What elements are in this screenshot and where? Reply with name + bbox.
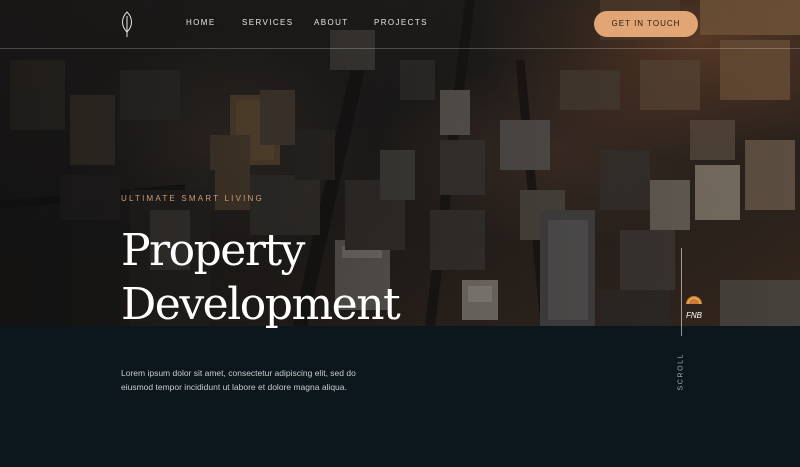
leaf-icon[interactable]: [118, 10, 136, 38]
get-in-touch-button[interactable]: GET IN TOUCH: [594, 11, 698, 37]
scroll-indicator-label[interactable]: SCROLL: [678, 353, 685, 391]
site-header: HOME SERVICES ABOUT PROJECTS GET IN TOUC…: [0, 0, 800, 49]
nav-link-home[interactable]: HOME: [186, 18, 216, 27]
hero-title: Property Development: [121, 224, 401, 332]
nav-link-services[interactable]: SERVICES: [242, 18, 294, 27]
building-sign-label: FNB: [686, 311, 703, 320]
hero-title-line-2: Development: [121, 279, 401, 330]
nav-link-projects[interactable]: PROJECTS: [374, 18, 428, 27]
nav-link-about[interactable]: ABOUT: [314, 18, 349, 27]
intro-panel: [0, 326, 800, 467]
scroll-indicator-line: [681, 248, 682, 336]
hero-title-line-1: Property: [121, 225, 305, 276]
hero-eyebrow: ULTIMATE SMART LIVING: [121, 194, 264, 203]
building-sign: FNB: [686, 296, 703, 320]
intro-paragraph: Lorem ipsum dolor sit amet, consectetur …: [121, 368, 356, 392]
